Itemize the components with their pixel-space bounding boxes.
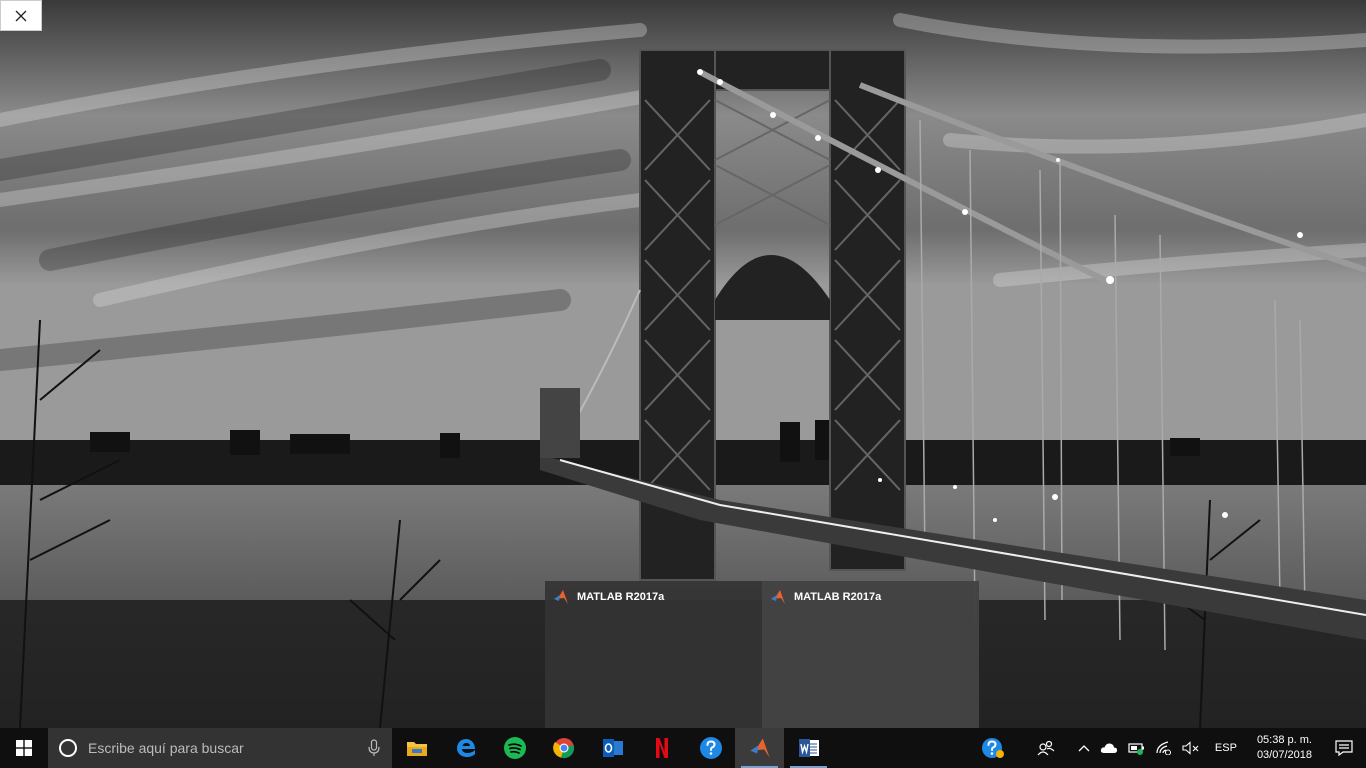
tray-battery[interactable]: [1123, 728, 1151, 768]
chrome-icon: [552, 738, 574, 759]
edge-icon: [456, 739, 475, 757]
thumbnail-title: MATLAB R2017a: [577, 591, 665, 603]
search-box[interactable]: Escribe aquí para buscar: [48, 728, 392, 768]
microphone-icon[interactable]: [368, 739, 380, 757]
thumbnail-matlab-window-2[interactable]: MATLAB R2017a: [762, 581, 979, 728]
wifi-icon: [1156, 741, 1171, 755]
close-icon: [15, 10, 27, 21]
outlook-icon: [602, 739, 623, 757]
system-tray: ESP 05:38 p. m. 03/07/2018: [967, 728, 1366, 768]
tray-volume[interactable]: [1177, 728, 1205, 768]
search-placeholder: Escribe aquí para buscar: [88, 740, 244, 756]
clock[interactable]: 05:38 p. m. 03/07/2018: [1247, 733, 1322, 763]
taskbar-thumbnail-previews: MATLAB R2017a MATLAB R2017a: [545, 581, 979, 728]
taskbar-app-spotify[interactable]: [490, 728, 539, 768]
thumbnail-title: MATLAB R2017a: [794, 591, 882, 603]
people-icon: [1037, 740, 1055, 756]
tray-network[interactable]: [1151, 728, 1177, 768]
chevron-up-icon: [1078, 745, 1090, 752]
windows-logo-icon: [16, 740, 32, 756]
matlab-icon: [771, 590, 785, 604]
taskbar-app-word[interactable]: [784, 728, 833, 768]
thumbnail-matlab-window-1[interactable]: MATLAB R2017a: [545, 581, 762, 728]
tray-people[interactable]: [1019, 728, 1073, 768]
folder-icon: [406, 742, 427, 756]
clock-time: 05:38 p. m.: [1256, 734, 1312, 746]
matlab-icon: [749, 738, 770, 758]
taskbar-app-matlab[interactable]: [735, 728, 784, 768]
input-language[interactable]: ESP: [1205, 742, 1247, 754]
matlab-icon: [554, 590, 568, 604]
onedrive-cloud-icon: [1100, 743, 1117, 753]
help-icon: [699, 737, 722, 759]
notification-icon: [1335, 740, 1353, 756]
clock-date: 03/07/2018: [1256, 749, 1312, 761]
taskbar-app-file-explorer[interactable]: [392, 728, 441, 768]
taskbar: Escribe aquí para buscar ESP 05:38 p. m.…: [0, 728, 1366, 768]
help-badge-icon: [981, 738, 1004, 758]
taskbar-app-edge[interactable]: [441, 728, 490, 768]
netflix-icon: [655, 738, 668, 758]
taskbar-app-outlook[interactable]: [588, 728, 637, 768]
close-button[interactable]: [0, 0, 42, 31]
tray-onedrive[interactable]: [1095, 728, 1123, 768]
volume-muted-icon: [1182, 741, 1199, 755]
tray-show-hidden-icons[interactable]: [1073, 728, 1095, 768]
start-button[interactable]: [0, 728, 48, 768]
taskbar-apps: [392, 728, 833, 768]
tray-help[interactable]: [967, 728, 1019, 768]
action-center-button[interactable]: [1322, 728, 1366, 768]
word-icon: [798, 739, 819, 757]
cortana-icon: [59, 739, 77, 757]
battery-charging-icon: [1128, 743, 1144, 755]
taskbar-app-netflix[interactable]: [637, 728, 686, 768]
taskbar-app-help[interactable]: [686, 728, 735, 768]
spotify-icon: [503, 737, 526, 759]
taskbar-app-chrome[interactable]: [539, 728, 588, 768]
